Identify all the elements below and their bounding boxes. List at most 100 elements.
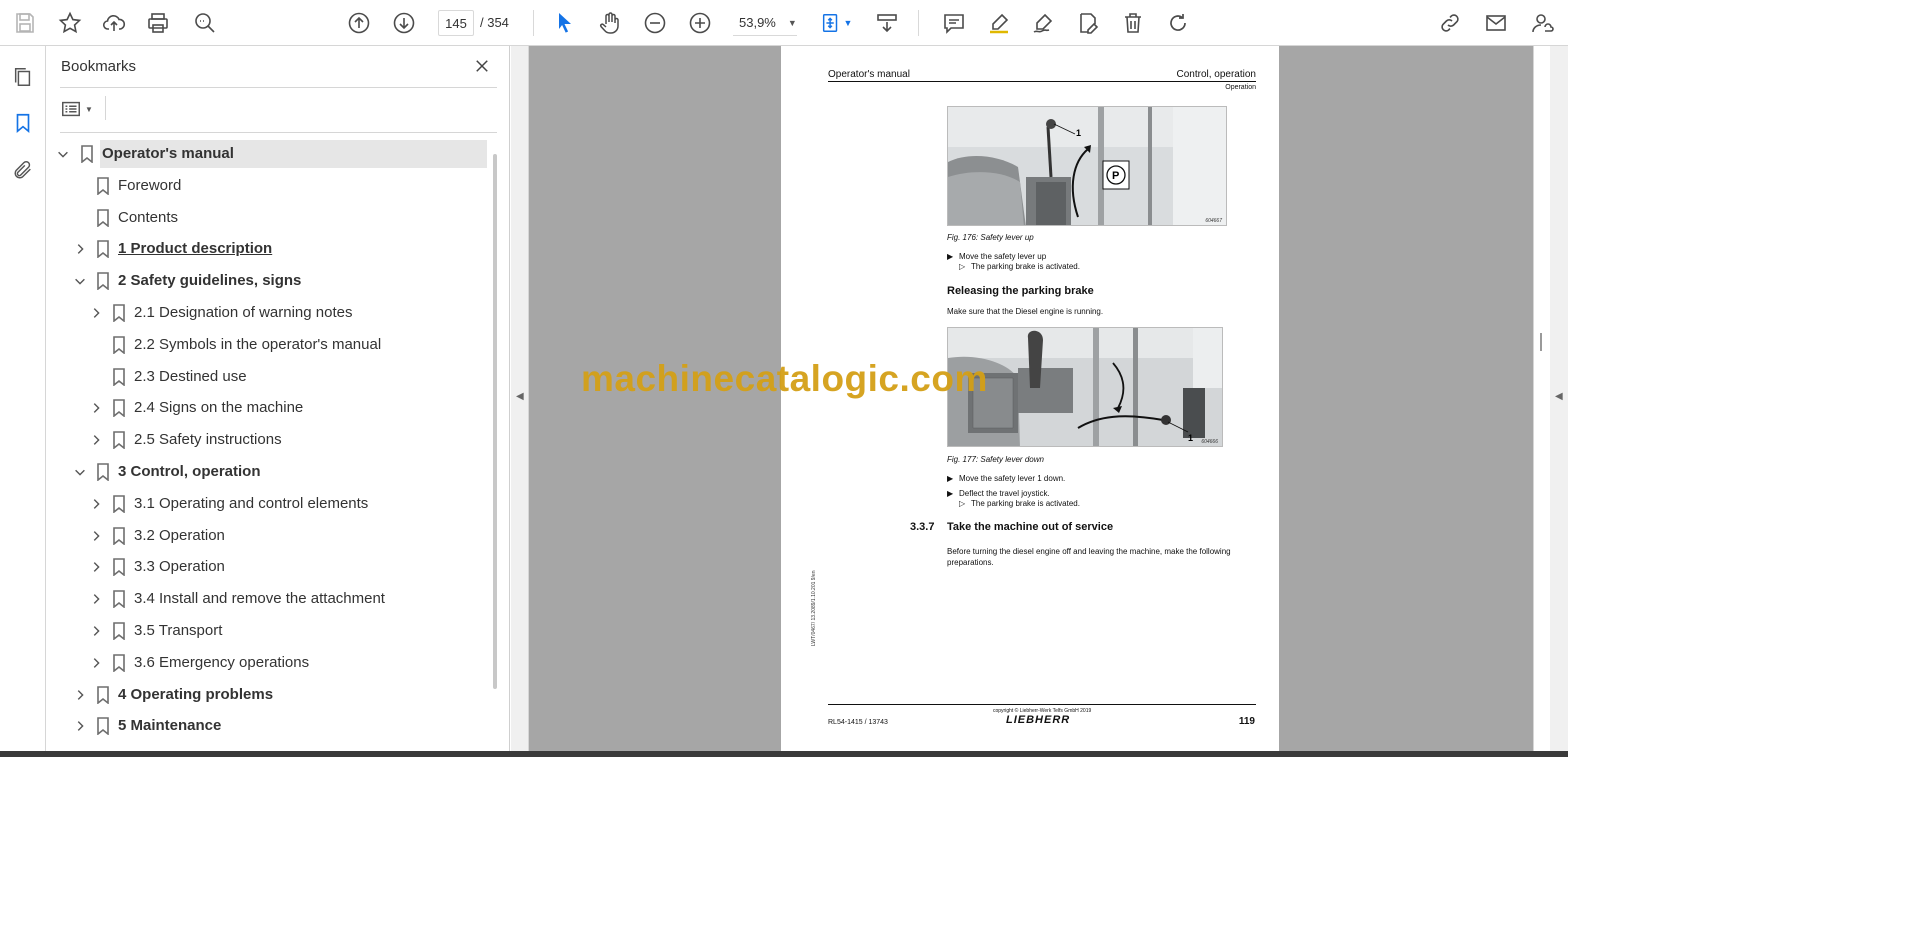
zoom-out-icon[interactable]	[639, 7, 671, 39]
bookmark-label: 3.3 Operation	[134, 558, 225, 576]
bookmark-item[interactable]: 3.2 Operation	[46, 522, 494, 550]
liebherr-logo: LIEBHERR	[1006, 714, 1071, 726]
chevron-left-icon: ◀	[516, 391, 524, 402]
bookmark-item[interactable]: 3.5 Transport	[46, 617, 494, 645]
scrolling-mode-icon[interactable]	[871, 7, 903, 39]
chevron-right-icon[interactable]	[88, 623, 104, 639]
bookmark-item[interactable]: Contents	[46, 204, 494, 232]
chevron-right-icon[interactable]	[72, 241, 88, 257]
chevron-right-icon[interactable]	[72, 687, 88, 703]
bookmark-flag-icon	[96, 240, 110, 260]
section-number: 3.3.7	[910, 521, 935, 533]
edit-pdf-icon[interactable]	[1072, 7, 1104, 39]
bookmark-options-button[interactable]: ▼	[60, 96, 100, 122]
page-display-icon[interactable]: ▼	[814, 7, 858, 39]
result-triangle-icon: ▷	[959, 262, 966, 271]
page-header-sub: Operation	[1225, 84, 1256, 91]
bookmark-item[interactable]: 3 Control, operation	[46, 458, 494, 486]
zoom-level-select[interactable]: 53,9% ▼	[733, 10, 797, 36]
bookmark-item[interactable]: 2 Safety guidelines, signs	[46, 267, 494, 295]
chevron-down-icon: ▼	[843, 18, 853, 28]
next-page-icon[interactable]	[388, 7, 420, 39]
bookmark-label: 3.1 Operating and control elements	[134, 494, 369, 512]
fig2-callout: 1	[1188, 433, 1193, 443]
bookmark-item[interactable]: 2.4 Signs on the machine	[46, 394, 494, 422]
page-number-input[interactable]: 145	[438, 10, 474, 36]
footer-model: RL54-1415 / 13743	[828, 719, 888, 726]
chevron-right-icon[interactable]	[88, 655, 104, 671]
bookmark-item[interactable]: 5 Maintenance	[46, 712, 494, 740]
bookmark-item[interactable]: 3.3 Operation	[46, 553, 494, 581]
star-icon[interactable]	[54, 7, 86, 39]
vertical-scroll-track[interactable]	[1533, 46, 1550, 751]
navigation-rail	[0, 46, 46, 751]
page-thumbnails-icon[interactable]	[9, 63, 37, 91]
zoom-in-icon[interactable]	[684, 7, 716, 39]
chevron-down-icon[interactable]	[72, 464, 88, 480]
chevron-right-icon[interactable]	[72, 718, 88, 734]
bookmark-flag-icon	[112, 494, 126, 514]
bookmark-label: 3.2 Operation	[134, 526, 225, 544]
document-viewer[interactable]: Operator's manual Control, operation Ope…	[529, 46, 1533, 751]
chevron-down-icon[interactable]	[72, 273, 88, 289]
bookmark-item[interactable]: 3.4 Install and remove the attachment	[46, 585, 494, 613]
chevron-right-icon[interactable]	[88, 496, 104, 512]
bookmark-item[interactable]: 3.6 Emergency operations	[46, 649, 494, 677]
chevron-down-icon[interactable]	[55, 146, 71, 162]
page-total-label: / 354	[480, 15, 509, 30]
bookmark-flag-icon	[96, 208, 110, 228]
comment-icon[interactable]	[938, 7, 970, 39]
bookmark-panel-icon[interactable]	[9, 109, 37, 137]
toolbar-divider	[533, 10, 534, 36]
bookmark-item[interactable]: 3.1 Operating and control elements	[46, 490, 494, 518]
select-cursor-icon[interactable]	[549, 7, 581, 39]
bookmark-flag-icon	[80, 145, 94, 164]
bookmark-item[interactable]: 2.1 Designation of warning notes	[46, 299, 494, 327]
scroll-grip[interactable]	[1540, 333, 1542, 351]
bookmark-item[interactable]: 2.5 Safety instructions	[46, 426, 494, 454]
bookmarks-scrollbar[interactable]	[493, 154, 497, 689]
right-panel-toggle[interactable]: ◀	[1550, 46, 1568, 751]
bookmark-label: 2.3 Destined use	[134, 367, 247, 385]
highlight-pen-icon[interactable]	[983, 7, 1015, 39]
collapse-panel-handle[interactable]: ◀	[511, 46, 529, 751]
bookmark-item[interactable]: Operator's manual	[46, 140, 494, 168]
previous-page-icon[interactable]	[343, 7, 375, 39]
chevron-right-icon[interactable]	[88, 528, 104, 544]
bookmark-flag-icon	[112, 367, 126, 387]
attachment-paperclip-icon[interactable]	[9, 156, 37, 184]
bookmark-item[interactable]: Foreword	[46, 172, 494, 200]
bookmark-label: 2.2 Symbols in the operator's manual	[134, 335, 382, 353]
rotate-icon[interactable]	[1162, 7, 1194, 39]
bookmark-flag-icon	[112, 431, 126, 450]
bookmark-label: 3.4 Install and remove the attachment	[134, 590, 385, 608]
hand-tool-icon[interactable]	[594, 7, 626, 39]
figure-caption: Fig. 176: Safety lever up	[947, 233, 1034, 242]
header-rule	[828, 81, 1256, 82]
draw-sign-icon[interactable]	[1027, 7, 1059, 39]
chevron-right-icon[interactable]	[88, 559, 104, 575]
bookmark-label: 4 Operating problems	[118, 685, 274, 703]
find-zoom-icon[interactable]	[189, 7, 221, 39]
upload-cloud-icon[interactable]	[98, 7, 130, 39]
share-link-icon[interactable]	[1434, 7, 1466, 39]
bullet-triangle-icon: ▶	[947, 489, 954, 498]
bookmark-item[interactable]: 4 Operating problems	[46, 681, 494, 709]
chevron-right-icon[interactable]	[88, 432, 104, 448]
bookmark-item[interactable]: 2.3 Destined use	[46, 363, 494, 391]
user-cloud-icon[interactable]	[1526, 7, 1558, 39]
bookmark-item[interactable]: 2.2 Symbols in the operator's manual	[46, 331, 494, 359]
page-header-right: Control, operation	[1176, 69, 1257, 80]
chevron-right-icon[interactable]	[88, 400, 104, 416]
chevron-right-icon[interactable]	[88, 305, 104, 321]
close-icon[interactable]	[470, 54, 494, 78]
bookmark-label: 1 Product description	[118, 240, 273, 258]
bookmark-flag-icon	[96, 717, 110, 737]
delete-trash-icon[interactable]	[1117, 7, 1149, 39]
bookmark-item[interactable]: 1 Product description	[46, 235, 494, 263]
email-icon[interactable]	[1480, 7, 1512, 39]
save-icon[interactable]	[9, 7, 41, 39]
print-icon[interactable]	[142, 7, 174, 39]
chevron-right-icon[interactable]	[88, 591, 104, 607]
bookmark-label: 5 Maintenance	[118, 717, 222, 735]
